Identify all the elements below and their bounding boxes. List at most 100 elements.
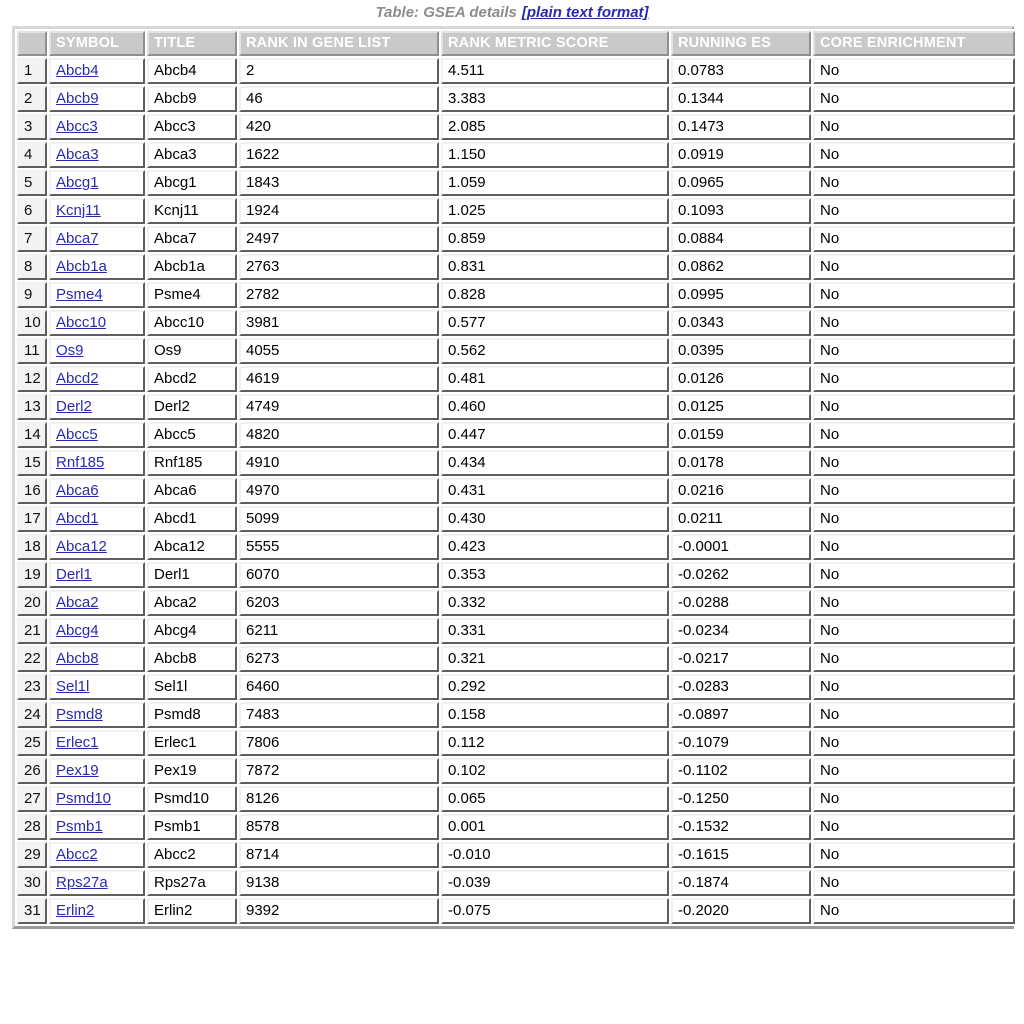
running-es-cell: -0.0001 [671,534,811,560]
gene-symbol-link[interactable]: Abcd1 [56,510,99,527]
gene-symbol-cell: Psmb1 [49,814,145,840]
row-index-cell: 24 [17,702,47,728]
core-enrichment-cell: No [813,590,1015,616]
gene-symbol-link[interactable]: Abcc3 [56,118,98,135]
rank-metric-score-cell: 0.431 [441,478,669,504]
column-header-running-es[interactable]: RUNNING ES [671,31,811,56]
rank-in-gene-list-cell: 2497 [239,226,439,252]
rank-metric-score-cell: 0.577 [441,310,669,336]
gene-symbol-link[interactable]: Abcc5 [56,426,98,443]
gene-symbol-cell: Abcc10 [49,310,145,336]
gene-symbol-link[interactable]: Rps27a [56,874,108,891]
gene-symbol-link[interactable]: Abcc10 [56,314,106,331]
column-header-title[interactable]: TITLE [147,31,237,56]
rank-metric-score-cell: 0.158 [441,702,669,728]
running-es-cell: -0.1250 [671,786,811,812]
table-row: 15 Rnf185 Rnf185 4910 0.434 0.0178 No [17,450,1015,476]
running-es-cell: 0.0216 [671,478,811,504]
running-es-cell: -0.1874 [671,870,811,896]
row-index-cell: 9 [17,282,47,308]
gene-symbol-link[interactable]: Pex19 [56,762,99,779]
core-enrichment-cell: No [813,86,1015,112]
table-row: 17 Abcd1 Abcd1 5099 0.430 0.0211 No [17,506,1015,532]
rank-in-gene-list-cell: 1924 [239,198,439,224]
rank-metric-score-cell: 0.332 [441,590,669,616]
table-row: 5 Abcg1 Abcg1 1843 1.059 0.0965 No [17,170,1015,196]
gene-title-cell: Abcc5 [147,422,237,448]
rank-metric-score-cell: 0.831 [441,254,669,280]
gsea-details-table: SYMBOL TITLE RANK IN GENE LIST RANK METR… [15,29,1017,926]
gene-symbol-link[interactable]: Psmd10 [56,790,111,807]
row-index-cell: 31 [17,898,47,924]
gsea-table-container: SYMBOL TITLE RANK IN GENE LIST RANK METR… [12,26,1017,929]
column-header-core-enrichment[interactable]: CORE ENRICHMENT [813,31,1015,56]
gene-symbol-link[interactable]: Sel1l [56,678,89,695]
gene-symbol-cell: Abcb8 [49,646,145,672]
gene-symbol-link[interactable]: Psmd8 [56,706,103,723]
gene-symbol-cell: Erlin2 [49,898,145,924]
gene-symbol-link[interactable]: Abcb1a [56,258,107,275]
caption-title: Table: GSEA details [375,4,517,21]
gene-symbol-link[interactable]: Derl2 [56,398,92,415]
running-es-cell: 0.0965 [671,170,811,196]
row-index-cell: 13 [17,394,47,420]
gene-title-cell: Abcg1 [147,170,237,196]
gene-symbol-link[interactable]: Abca7 [56,230,99,247]
core-enrichment-cell: No [813,58,1015,84]
gene-title-cell: Kcnj11 [147,198,237,224]
gene-symbol-link[interactable]: Derl1 [56,566,92,583]
core-enrichment-cell: No [813,814,1015,840]
gene-symbol-link[interactable]: Erlin2 [56,902,94,919]
column-header-symbol[interactable]: SYMBOL [49,31,145,56]
rank-metric-score-cell: -0.010 [441,842,669,868]
gene-symbol-link[interactable]: Rnf185 [56,454,104,471]
gene-symbol-link[interactable]: Os9 [56,342,84,359]
running-es-cell: 0.0126 [671,366,811,392]
column-header-rank-in-gene-list[interactable]: RANK IN GENE LIST [239,31,439,56]
rank-metric-score-cell: 0.353 [441,562,669,588]
gene-symbol-link[interactable]: Abcd2 [56,370,99,387]
column-header-index[interactable] [17,31,47,56]
rank-in-gene-list-cell: 5555 [239,534,439,560]
rank-in-gene-list-cell: 5099 [239,506,439,532]
row-index-cell: 11 [17,338,47,364]
core-enrichment-cell: No [813,618,1015,644]
gene-symbol-link[interactable]: Abcg1 [56,174,99,191]
gene-symbol-link[interactable]: Abcb8 [56,650,99,667]
running-es-cell: -0.1102 [671,758,811,784]
gene-symbol-cell: Abcc3 [49,114,145,140]
gene-symbol-link[interactable]: Psmb1 [56,818,103,835]
gene-symbol-link[interactable]: Abca12 [56,538,107,555]
gene-symbol-link[interactable]: Erlec1 [56,734,99,751]
gene-symbol-link[interactable]: Abcb4 [56,62,99,79]
gene-symbol-link[interactable]: Psme4 [56,286,103,303]
rank-in-gene-list-cell: 6203 [239,590,439,616]
rank-in-gene-list-cell: 6070 [239,562,439,588]
gene-symbol-link[interactable]: Abcg4 [56,622,99,639]
running-es-cell: 0.0884 [671,226,811,252]
gene-symbol-link[interactable]: Abcc2 [56,846,98,863]
column-header-rank-metric-score[interactable]: RANK METRIC SCORE [441,31,669,56]
gene-symbol-link[interactable]: Abcb9 [56,90,99,107]
gene-title-cell: Abcb1a [147,254,237,280]
gene-symbol-cell: Abcb1a [49,254,145,280]
table-row: 29 Abcc2 Abcc2 8714 -0.010 -0.1615 No [17,842,1015,868]
row-index-cell: 22 [17,646,47,672]
gene-symbol-cell: Abca3 [49,142,145,168]
table-header: SYMBOL TITLE RANK IN GENE LIST RANK METR… [17,31,1015,56]
plain-text-format-link[interactable]: [plain text format] [522,4,649,21]
rank-metric-score-cell: 3.383 [441,86,669,112]
rank-in-gene-list-cell: 1622 [239,142,439,168]
gene-symbol-link[interactable]: Kcnj11 [56,202,101,219]
table-row: 16 Abca6 Abca6 4970 0.431 0.0216 No [17,478,1015,504]
gene-symbol-cell: Sel1l [49,674,145,700]
table-row: 21 Abcg4 Abcg4 6211 0.331 -0.0234 No [17,618,1015,644]
core-enrichment-cell: No [813,310,1015,336]
gene-symbol-link[interactable]: Abca3 [56,146,99,163]
row-index-cell: 5 [17,170,47,196]
gene-symbol-link[interactable]: Abca6 [56,482,99,499]
rank-in-gene-list-cell: 4619 [239,366,439,392]
gene-symbol-link[interactable]: Abca2 [56,594,99,611]
table-row: 12 Abcd2 Abcd2 4619 0.481 0.0126 No [17,366,1015,392]
table-row: 19 Derl1 Derl1 6070 0.353 -0.0262 No [17,562,1015,588]
